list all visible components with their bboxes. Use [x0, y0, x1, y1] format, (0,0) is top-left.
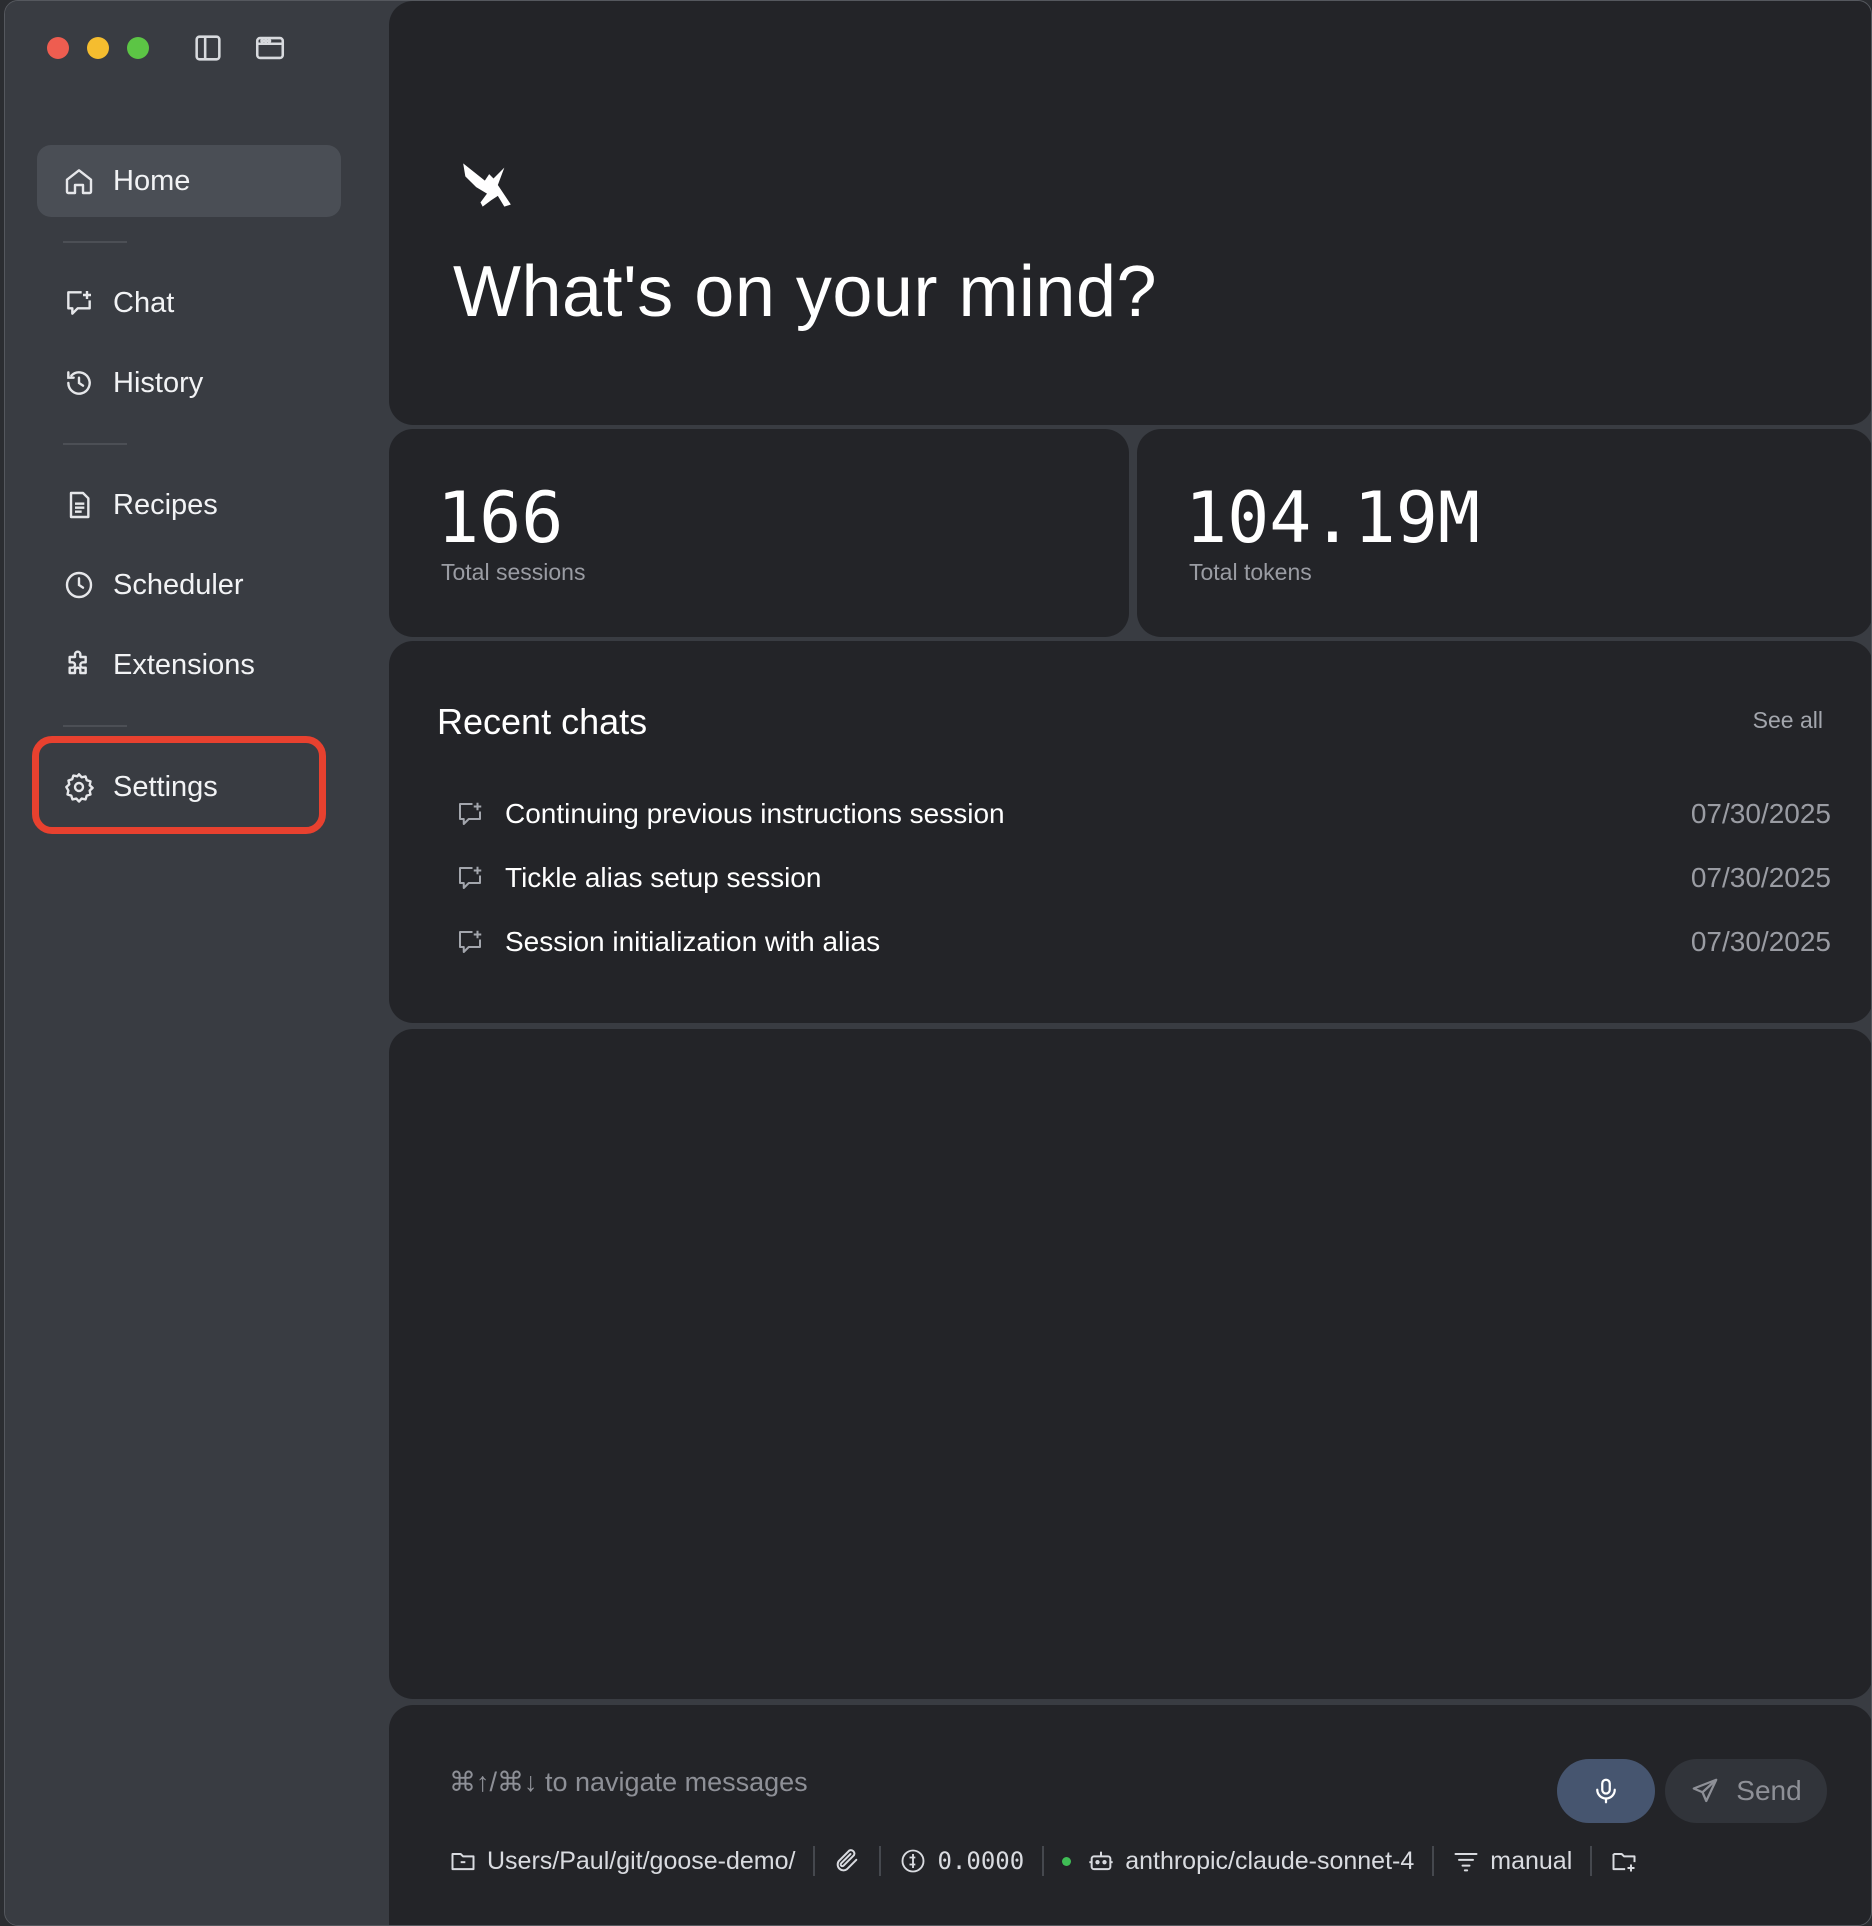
history-icon	[67, 371, 91, 395]
divider	[1432, 1846, 1435, 1876]
total-sessions-value: 166	[437, 477, 564, 559]
divider	[63, 725, 127, 727]
empty-panel	[389, 1029, 1871, 1699]
folder-plus-icon[interactable]	[1610, 1847, 1638, 1875]
divider	[879, 1846, 882, 1876]
folder-icon	[451, 1853, 475, 1871]
chat-icon	[459, 866, 482, 889]
status-dot	[1062, 1856, 1072, 1866]
sidebar-item-label: Chat	[113, 286, 175, 319]
main-content: What's on your mind? 166 Total sessions …	[389, 1, 1871, 1925]
sidebar-item-recipes[interactable]: Recipes	[37, 469, 341, 541]
coin-icon	[902, 1849, 925, 1873]
list-item[interactable]: Continuing previous instructions session…	[455, 789, 1831, 839]
total-sessions-label: Total sessions	[441, 559, 586, 585]
message-input[interactable]: ⌘↑/⌘↓ to navigate messages	[449, 1767, 808, 1798]
sidebar-toggle-icon[interactable]	[191, 31, 225, 65]
divider	[1042, 1846, 1045, 1876]
sidebar: Home Chat History Recipes Scheduler Exte…	[5, 1, 389, 1925]
settings-highlight-box	[32, 736, 326, 834]
cost-value: 0.0000	[937, 1847, 1025, 1875]
chat-title: Tickle alias setup session	[505, 862, 822, 893]
microphone-icon	[1596, 1778, 1616, 1804]
list-item[interactable]: Session initialization with alias 07/30/…	[455, 917, 1831, 967]
sidebar-item-label: Recipes	[113, 488, 218, 521]
working-directory[interactable]: Users/Paul/git/goose-demo/	[487, 1847, 795, 1876]
send-button[interactable]: Send	[1665, 1759, 1827, 1823]
sidebar-item-label: History	[113, 366, 204, 399]
chat-icon	[459, 802, 482, 825]
total-tokens-value: 104.19M	[1185, 477, 1481, 559]
divider	[1590, 1846, 1593, 1876]
puzzle-icon	[68, 650, 87, 675]
app-window: Home Chat History Recipes Scheduler Exte…	[4, 0, 1872, 1926]
composer	[389, 1705, 1871, 1925]
model-selector[interactable]: anthropic/claude-sonnet-4	[1125, 1847, 1414, 1876]
mode-selector[interactable]: manual	[1490, 1847, 1572, 1876]
paperclip-icon[interactable]	[833, 1847, 861, 1875]
recent-chats-title: Recent chats	[437, 701, 648, 742]
see-all-link[interactable]: See all	[1753, 707, 1823, 734]
chat-date: 07/30/2025	[1690, 798, 1831, 829]
zoom-window-button[interactable]	[127, 37, 149, 59]
list-item[interactable]: Tickle alias setup session 07/30/2025	[455, 853, 1831, 903]
send-icon	[1692, 1778, 1718, 1803]
sidebar-item-chat[interactable]: Chat	[37, 267, 341, 339]
page-title: What's on your mind?	[453, 252, 1158, 332]
chat-icon	[459, 930, 482, 953]
chat-date: 07/30/2025	[1690, 862, 1831, 893]
chat-date: 07/30/2025	[1690, 926, 1831, 957]
sidebar-item-scheduler[interactable]: Scheduler	[37, 549, 341, 621]
send-label: Send	[1736, 1775, 1802, 1806]
robot-icon	[1089, 1851, 1113, 1871]
home-icon	[65, 169, 93, 195]
sidebar-item-extensions[interactable]: Extensions	[37, 629, 341, 701]
divider	[813, 1846, 816, 1876]
sidebar-item-history[interactable]: History	[37, 347, 341, 419]
goose-logo-icon	[463, 163, 511, 207]
chat-icon	[67, 291, 91, 315]
divider	[63, 241, 127, 243]
clock-icon	[65, 571, 93, 599]
sidebar-item-label: Scheduler	[113, 568, 244, 601]
window-controls	[47, 37, 149, 59]
sidebar-item-label: Home	[113, 164, 191, 197]
divider	[63, 443, 127, 445]
chat-title: Session initialization with alias	[505, 926, 881, 957]
hero-card	[389, 1, 1871, 425]
chat-title: Continuing previous instructions session	[505, 798, 1005, 829]
sidebar-item-home[interactable]: Home	[37, 145, 341, 217]
recipe-icon	[69, 491, 90, 519]
minimize-window-button[interactable]	[87, 37, 109, 59]
microphone-button[interactable]	[1557, 1759, 1655, 1823]
composer-toolbar: Users/Paul/git/goose-demo/ 0.0000 anthro…	[449, 1841, 1638, 1881]
window-icon[interactable]	[253, 31, 287, 65]
close-window-button[interactable]	[47, 37, 69, 59]
filter-icon	[1454, 1853, 1478, 1872]
total-tokens-label: Total tokens	[1189, 559, 1312, 585]
sidebar-item-label: Extensions	[113, 648, 255, 681]
